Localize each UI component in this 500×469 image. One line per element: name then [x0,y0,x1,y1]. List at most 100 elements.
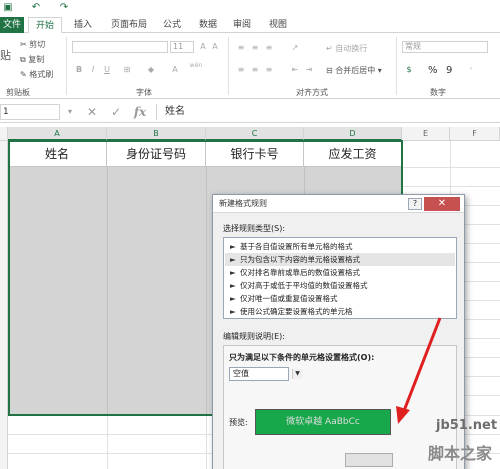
tab-formulas[interactable]: 公式 [158,17,186,33]
currency-icon[interactable]: $ [404,65,414,75]
tab-page-layout[interactable]: 页面布局 [104,17,154,33]
font-size-box[interactable]: 11 [170,41,194,53]
fx-icon[interactable]: fx [132,104,148,120]
merge-center-button[interactable]: ⊟ 合并后居中 ▾ [326,65,382,76]
align-bottom-icon[interactable]: ≡ [264,43,274,53]
align-center-icon[interactable]: ≡ [250,65,260,75]
rule-label: 仅对唯一值或重复值设置格式 [240,294,338,303]
watermark-logo: jb51.net 脚本之家 [404,418,500,466]
watermark-url: jb51.net [436,418,498,433]
orientation-icon[interactable]: ↗ [290,43,300,53]
chevron-down-icon[interactable]: ▾ [62,104,78,120]
formula-bar: 1 ▾ ✕ ✓ fx 姓名 [0,101,500,123]
name-box[interactable]: 1 [0,104,60,120]
quick-access-toolbar: ▣ ↶ ↷ [0,0,500,17]
edit-rule-desc-label: 编辑规则说明(E): [223,332,285,341]
list-item[interactable]: ► 仅对高于或低于平均值的数值设置格式 [225,279,455,292]
align-right-icon[interactable]: ≡ [264,65,274,75]
list-item[interactable]: ► 仅对排名靠前或靠后的数值设置格式 [225,266,455,279]
comma-button[interactable]: 9 [446,65,452,76]
grow-font-icon[interactable]: A [198,42,208,52]
wrap-text-button[interactable]: ↵ 自动换行 [326,43,367,54]
format-painter-label: 格式刷 [29,70,54,79]
rule-label: 基于各自值设置所有单元格的格式 [240,242,353,251]
tab-insert[interactable]: 插入 [68,17,98,33]
align-top-icon[interactable]: ≡ [236,43,246,53]
column-header-e[interactable]: E [402,127,450,141]
redo-icon[interactable]: ↷ [58,2,70,14]
undo-icon[interactable]: ↶ [30,2,42,14]
cell-header-id-number[interactable]: 身份证号码 [107,141,206,167]
cancel-icon[interactable]: ✕ [84,104,100,120]
increase-indent-icon[interactable]: ⇥ [304,65,314,75]
cell-header-bank-card[interactable]: 银行卡号 [206,141,304,167]
scissors-icon: ✂ [20,40,27,49]
rule-label: 只为包含以下内容的单元格设置格式 [240,255,360,264]
tab-review[interactable]: 审阅 [228,17,256,33]
align-left-icon[interactable]: ≡ [236,65,246,75]
fill-color-icon[interactable]: ◆ [146,65,156,75]
underline-button[interactable]: U [102,65,112,75]
cut-label: 剪切 [29,40,46,49]
formula-input[interactable]: 姓名 [156,104,500,120]
column-header-b[interactable]: B [107,127,206,141]
column-header-a[interactable]: A [8,127,107,141]
tab-view[interactable]: 视图 [264,17,292,33]
copy-label: 复制 [28,55,45,64]
row-headers[interactable] [0,141,8,469]
cut-button[interactable]: ✂ 剪切 [20,39,45,50]
merge-icon: ⊟ [326,66,333,75]
tab-home[interactable]: 开始 [28,17,62,34]
shrink-font-icon[interactable]: A [210,42,220,52]
triangle-right-icon: ► [230,255,236,264]
font-name-box[interactable] [72,41,168,53]
italic-button[interactable]: I [88,65,98,75]
format-painter-button[interactable]: ✎ 格式刷 [20,69,53,80]
list-item[interactable]: ► 基于各自值设置所有单元格的格式 [225,240,455,253]
cell-header-salary[interactable]: 应发工资 [304,141,402,167]
preview-box: 微软卓越 AaBbCc [255,409,391,435]
help-button[interactable]: ? [408,198,422,210]
copy-icon: ⧉ [20,55,26,64]
condition-select[interactable]: 空值 ▼ [229,367,302,381]
list-item[interactable]: ► 使用公式确定要设置格式的单元格 [225,305,455,318]
paste-button[interactable]: 贴 [0,47,11,63]
wrap-text-label: 自动换行 [335,44,368,53]
column-header-f[interactable]: F [450,127,500,141]
merge-center-label: 合并后居中 [335,66,376,75]
increase-decimal-icon[interactable]: ⁺ [466,65,476,75]
column-header-d[interactable]: D [304,127,402,141]
bold-button[interactable]: B [74,65,84,75]
border-icon[interactable]: ⊞ [122,65,132,75]
column-header-c[interactable]: C [206,127,304,141]
list-item[interactable]: ► 只为包含以下内容的单元格设置格式 [225,253,455,266]
align-middle-icon[interactable]: ≡ [250,43,260,53]
triangle-right-icon: ► [230,242,236,251]
cell-header-name[interactable]: 姓名 [8,141,107,167]
list-item[interactable]: ► 仅对唯一值或重复值设置格式 [225,292,455,305]
format-button[interactable] [345,453,393,467]
alignment-group-label: 对齐方式 [296,88,328,97]
close-button[interactable]: ✕ [424,197,460,211]
rule-type-list[interactable]: ► 基于各自值设置所有单元格的格式 ► 只为包含以下内容的单元格设置格式 ► 仅对排名… [223,237,457,319]
tab-file[interactable]: 文件 [0,17,24,33]
decrease-indent-icon[interactable]: ⇤ [290,65,300,75]
number-format-box[interactable]: 常规 [402,41,488,53]
number-group-label: 数字 [430,88,446,97]
divider [66,37,67,95]
percent-button[interactable]: % [428,65,438,76]
save-icon[interactable]: ▣ [2,2,14,14]
triangle-right-icon: ► [230,294,236,303]
select-all-corner[interactable] [0,127,8,141]
phonetic-button[interactable]: wén [188,61,204,71]
wrap-icon: ↵ [326,44,333,53]
copy-button[interactable]: ⧉ 复制 [20,54,44,65]
triangle-right-icon: ► [230,281,236,290]
font-color-icon[interactable]: A [170,65,180,75]
select-rule-type-label: 选择规则类型(S): [223,224,286,233]
tab-data[interactable]: 数据 [194,17,222,33]
clipboard-group-label: 剪贴板 [6,88,30,97]
enter-icon[interactable]: ✓ [108,104,124,120]
chevron-down-icon[interactable]: ▼ [292,369,302,379]
rule-label: 仅对排名靠前或靠后的数值设置格式 [240,268,360,277]
